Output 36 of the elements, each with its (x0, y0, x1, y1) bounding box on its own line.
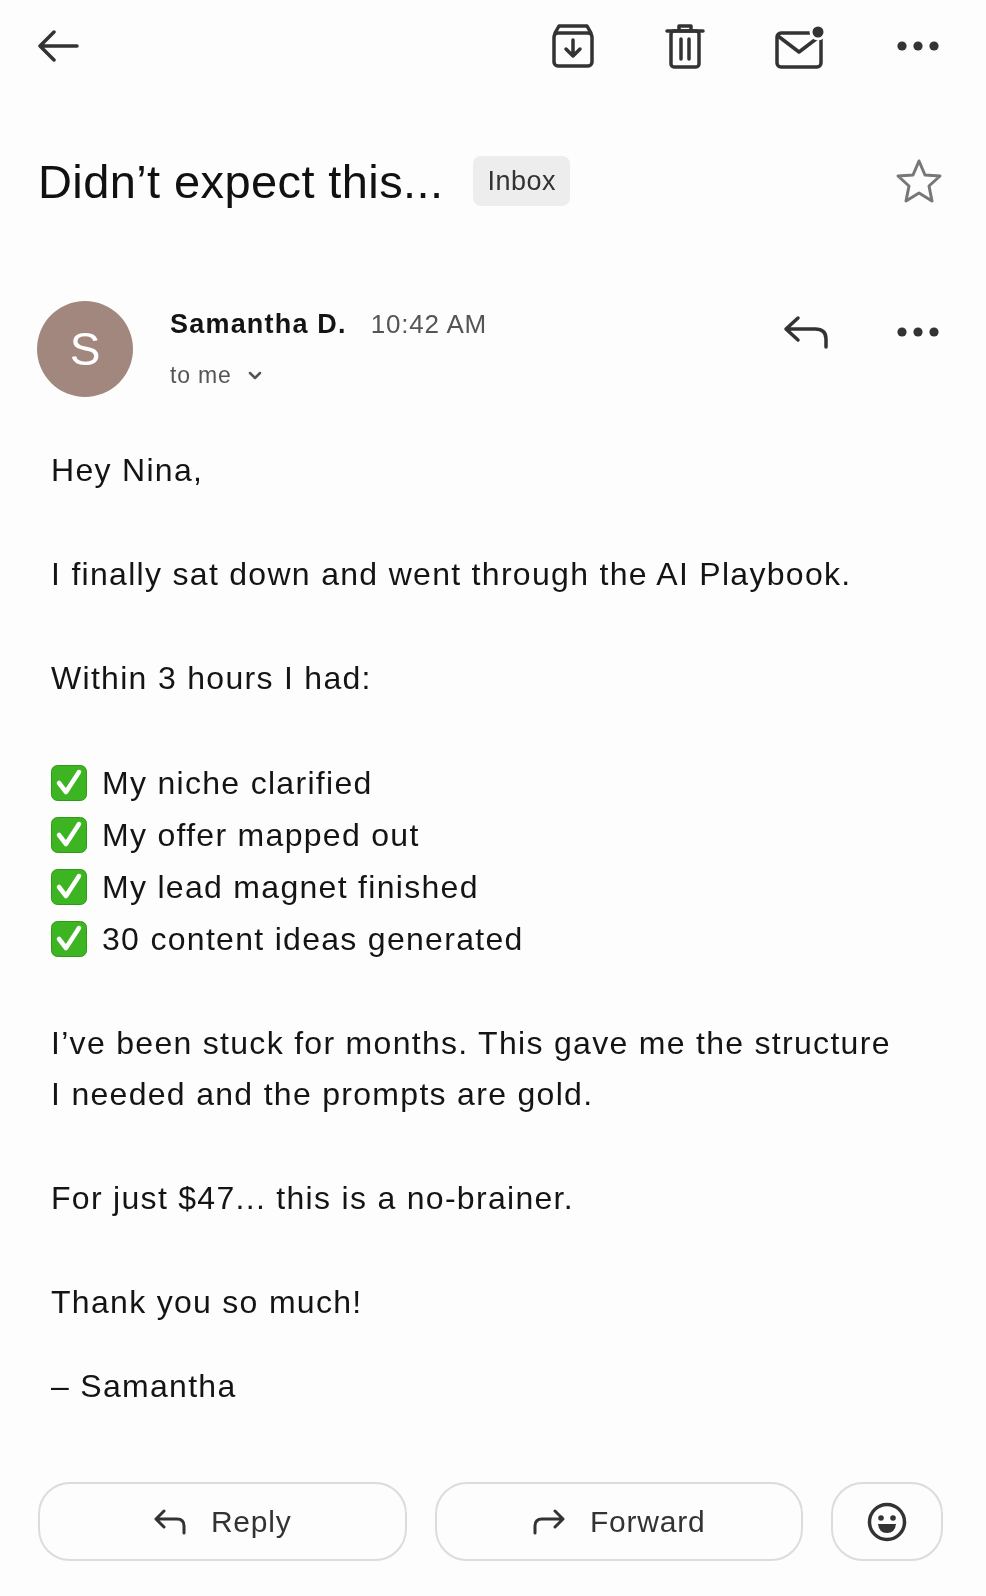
body-paragraph: Within 3 hours I had: (51, 659, 373, 698)
check-mark-icon (51, 921, 87, 957)
recipients-toggle[interactable]: to me (170, 362, 262, 389)
inbox-label: Inbox (473, 156, 571, 206)
more-options-icon[interactable] (897, 41, 939, 51)
reply-icon[interactable] (783, 315, 829, 349)
checklist-item: My lead magnet finished (102, 868, 479, 907)
forward-arrow-icon (531, 1507, 566, 1536)
back-arrow-icon[interactable] (37, 30, 79, 62)
sender-name: Samantha D. (170, 309, 347, 340)
reply-arrow-icon (152, 1507, 187, 1536)
check-mark-icon (51, 817, 87, 853)
body-paragraph: Hey Nina, (51, 451, 205, 490)
archive-icon[interactable] (551, 23, 595, 69)
checklist-item: 30 content ideas generated (102, 920, 524, 959)
caret-icon (247, 371, 262, 380)
check-mark-icon (51, 765, 87, 801)
trash-icon[interactable] (665, 23, 705, 69)
sent-time: 10:42 AM (370, 309, 487, 340)
forward-button[interactable]: Forward (434, 1482, 803, 1561)
reply-button[interactable]: Reply (38, 1482, 407, 1561)
more-options-icon[interactable] (897, 327, 939, 337)
check-mark-icon (51, 869, 87, 905)
smiley-face-icon (867, 1501, 907, 1542)
body-paragraph: I’ve been stuck for months. This gave me the structure I needed and the prompts are gold. (51, 1024, 892, 1114)
sender-avatar: S (37, 301, 133, 397)
emoji-reaction-button[interactable] (831, 1482, 943, 1561)
signature: – Samantha (51, 1367, 238, 1406)
body-paragraph: For just $47... this is a no-brainer. (51, 1179, 575, 1218)
checklist-item: My offer mapped out (102, 816, 420, 855)
email-subject: Didn’t expect this... (38, 153, 444, 209)
body-paragraph: Thank you so much! (51, 1283, 364, 1322)
mail-unread-icon[interactable] (775, 23, 827, 69)
checklist-item: My niche clarified (102, 764, 373, 803)
body-paragraph: I finally sat down and went through the AI Playbook. (51, 555, 853, 594)
star-icon[interactable] (895, 158, 943, 204)
